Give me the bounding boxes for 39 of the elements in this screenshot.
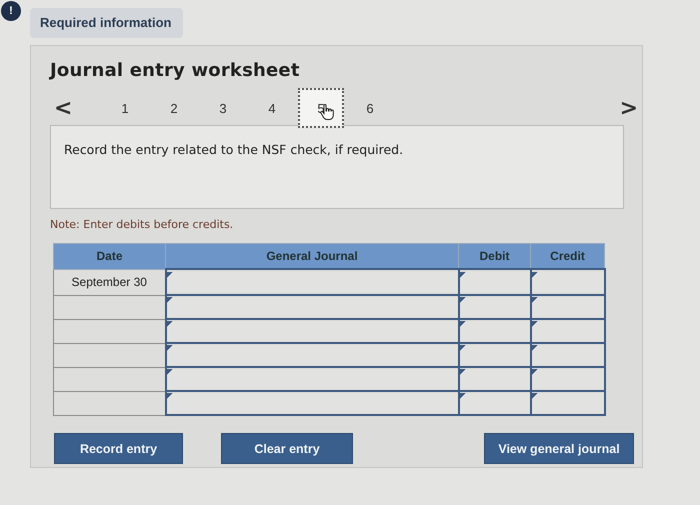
column-header: Debit bbox=[458, 244, 530, 269]
table-cell: September 30 bbox=[54, 269, 166, 295]
account-field[interactable] bbox=[166, 297, 458, 317]
debit-field[interactable] bbox=[460, 369, 530, 389]
instruction-text: Record the entry related to the NSF check, if required. bbox=[64, 142, 404, 157]
account-field[interactable] bbox=[166, 369, 458, 389]
column-header: Date bbox=[54, 244, 166, 269]
page-tab[interactable]: 6 bbox=[346, 88, 393, 128]
debit-field[interactable] bbox=[460, 345, 530, 365]
column-header: General Journal bbox=[166, 244, 458, 269]
alert-badge: ! bbox=[1, 1, 21, 21]
note-text: Note: Enter debits before credits. bbox=[50, 218, 234, 231]
view-journal-button[interactable]: View general journal bbox=[484, 433, 634, 464]
required-info-tab[interactable]: Required information bbox=[30, 8, 184, 38]
page-tab[interactable]: 3 bbox=[200, 88, 246, 128]
credit-field[interactable] bbox=[532, 345, 604, 365]
hand-cursor-icon bbox=[320, 104, 334, 120]
credit-field[interactable] bbox=[532, 297, 604, 317]
credit-field[interactable] bbox=[532, 321, 604, 341]
column-header: Credit bbox=[530, 244, 604, 269]
account-field[interactable] bbox=[166, 393, 458, 413]
record-entry-button[interactable]: Record entry bbox=[54, 433, 183, 464]
debit-field[interactable] bbox=[460, 272, 530, 292]
debit-field[interactable] bbox=[460, 297, 530, 317]
page-tab[interactable]: 4 bbox=[248, 88, 295, 128]
clear-entry-button[interactable]: Clear entry bbox=[221, 433, 353, 464]
worksheet-title: Journal entry worksheet bbox=[50, 60, 301, 81]
credit-field[interactable] bbox=[532, 369, 604, 389]
page-tab[interactable]: 1 bbox=[102, 88, 148, 128]
debit-field[interactable] bbox=[460, 393, 530, 413]
account-field[interactable] bbox=[166, 345, 458, 365]
credit-field[interactable] bbox=[532, 272, 604, 292]
debit-field[interactable] bbox=[460, 321, 530, 341]
account-field[interactable] bbox=[166, 321, 458, 341]
page-tab[interactable]: 2 bbox=[150, 88, 197, 128]
next-button[interactable]: > bbox=[616, 96, 642, 120]
credit-field[interactable] bbox=[532, 393, 604, 413]
account-field[interactable] bbox=[166, 272, 458, 292]
previous-button[interactable]: < bbox=[50, 96, 76, 120]
